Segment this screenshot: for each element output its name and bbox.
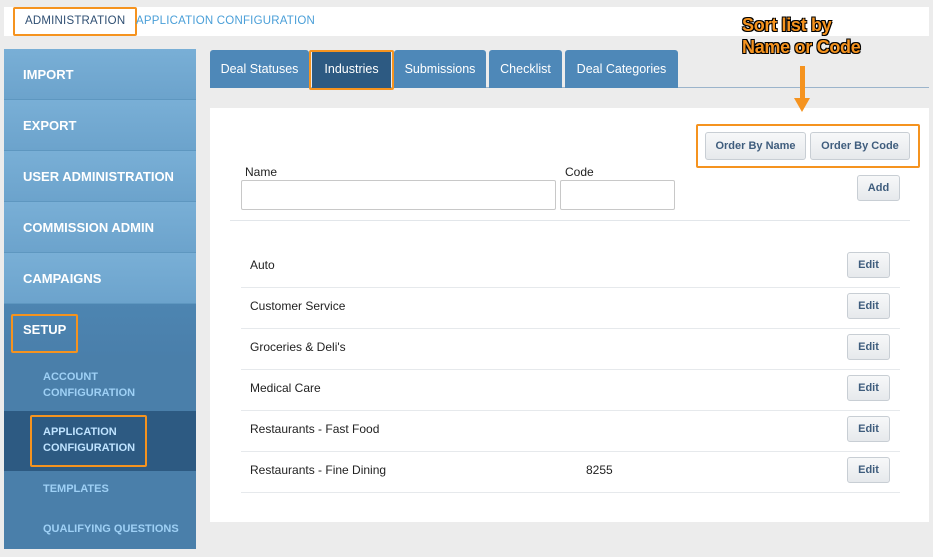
row-divider (241, 492, 900, 493)
edit-button[interactable]: Edit (847, 293, 890, 319)
order-by-name-button[interactable]: Order By Name (705, 132, 806, 160)
tab-deal-statuses[interactable]: Deal Statuses (210, 50, 309, 88)
setup-submenu: ACCOUNT CONFIGURATION APPLICATION CONFIG… (4, 355, 196, 549)
submenu-label-line1: APPLICATION (43, 426, 117, 438)
sidebar-item-import[interactable]: IMPORT (4, 49, 196, 100)
edit-button[interactable]: Edit (847, 457, 890, 483)
annotation-line1: Sort list by (742, 15, 832, 35)
name-label: Name (245, 165, 278, 179)
tab-checklist[interactable]: Checklist (489, 50, 562, 88)
submenu-account-configuration[interactable]: ACCOUNT CONFIGURATION (4, 369, 196, 409)
industry-code: 8255 (586, 463, 613, 477)
tab-industries[interactable]: Industries (312, 50, 391, 88)
sort-annotation: Sort list by Name or Code (742, 14, 861, 58)
edit-button[interactable]: Edit (847, 252, 890, 278)
submenu-label-line2: CONFIGURATION (43, 442, 136, 454)
sidebar-item-setup[interactable]: SETUP (4, 304, 196, 355)
submenu-label-line1: ACCOUNT (43, 371, 98, 383)
edit-button[interactable]: Edit (847, 375, 890, 401)
form-divider (230, 220, 910, 221)
submenu-qualifying-questions[interactable]: QUALIFYING QUESTIONS (4, 521, 196, 541)
row-divider (241, 410, 900, 411)
annotation-arrow (800, 66, 805, 100)
order-by-code-button[interactable]: Order By Code (810, 132, 910, 160)
code-label: Code (565, 165, 594, 179)
edit-button[interactable]: Edit (847, 416, 890, 442)
sidebar-item-user-administration[interactable]: USER ADMINISTRATION (4, 151, 196, 202)
add-button[interactable]: Add (857, 175, 900, 201)
industry-name: Restaurants - Fine Dining (250, 463, 387, 477)
sidebar: IMPORT EXPORT USER ADMINISTRATION COMMIS… (4, 49, 196, 549)
sidebar-item-campaigns[interactable]: CAMPAIGNS (4, 253, 196, 304)
name-input[interactable] (241, 180, 556, 210)
breadcrumb-administration[interactable]: ADMINISTRATION (13, 7, 138, 36)
tab-submissions[interactable]: Submissions (394, 50, 486, 88)
row-divider (241, 287, 900, 288)
submenu-templates[interactable]: TEMPLATES (4, 481, 196, 501)
sidebar-item-commission-admin[interactable]: COMMISSION ADMIN (4, 202, 196, 253)
tab-deal-categories[interactable]: Deal Categories (565, 50, 678, 88)
edit-button[interactable]: Edit (847, 334, 890, 360)
annotation-arrow-head (794, 98, 810, 112)
industry-name: Auto (250, 258, 275, 272)
submenu-application-configuration[interactable]: APPLICATION CONFIGURATION (4, 411, 196, 471)
annotation-line2: Name or Code (742, 37, 861, 57)
row-divider (241, 369, 900, 370)
sidebar-item-export[interactable]: EXPORT (4, 100, 196, 151)
industry-name: Medical Care (250, 381, 321, 395)
industry-name: Groceries & Deli's (250, 340, 346, 354)
row-divider (241, 451, 900, 452)
breadcrumb-application-configuration[interactable]: APPLICATION CONFIGURATION (136, 7, 315, 36)
industry-name: Customer Service (250, 299, 346, 313)
row-divider (241, 328, 900, 329)
code-input[interactable] (560, 180, 675, 210)
submenu-label-line2: CONFIGURATION (43, 387, 136, 399)
sidebar-item-setup-label: SETUP (23, 322, 67, 337)
industry-name: Restaurants - Fast Food (250, 422, 380, 436)
